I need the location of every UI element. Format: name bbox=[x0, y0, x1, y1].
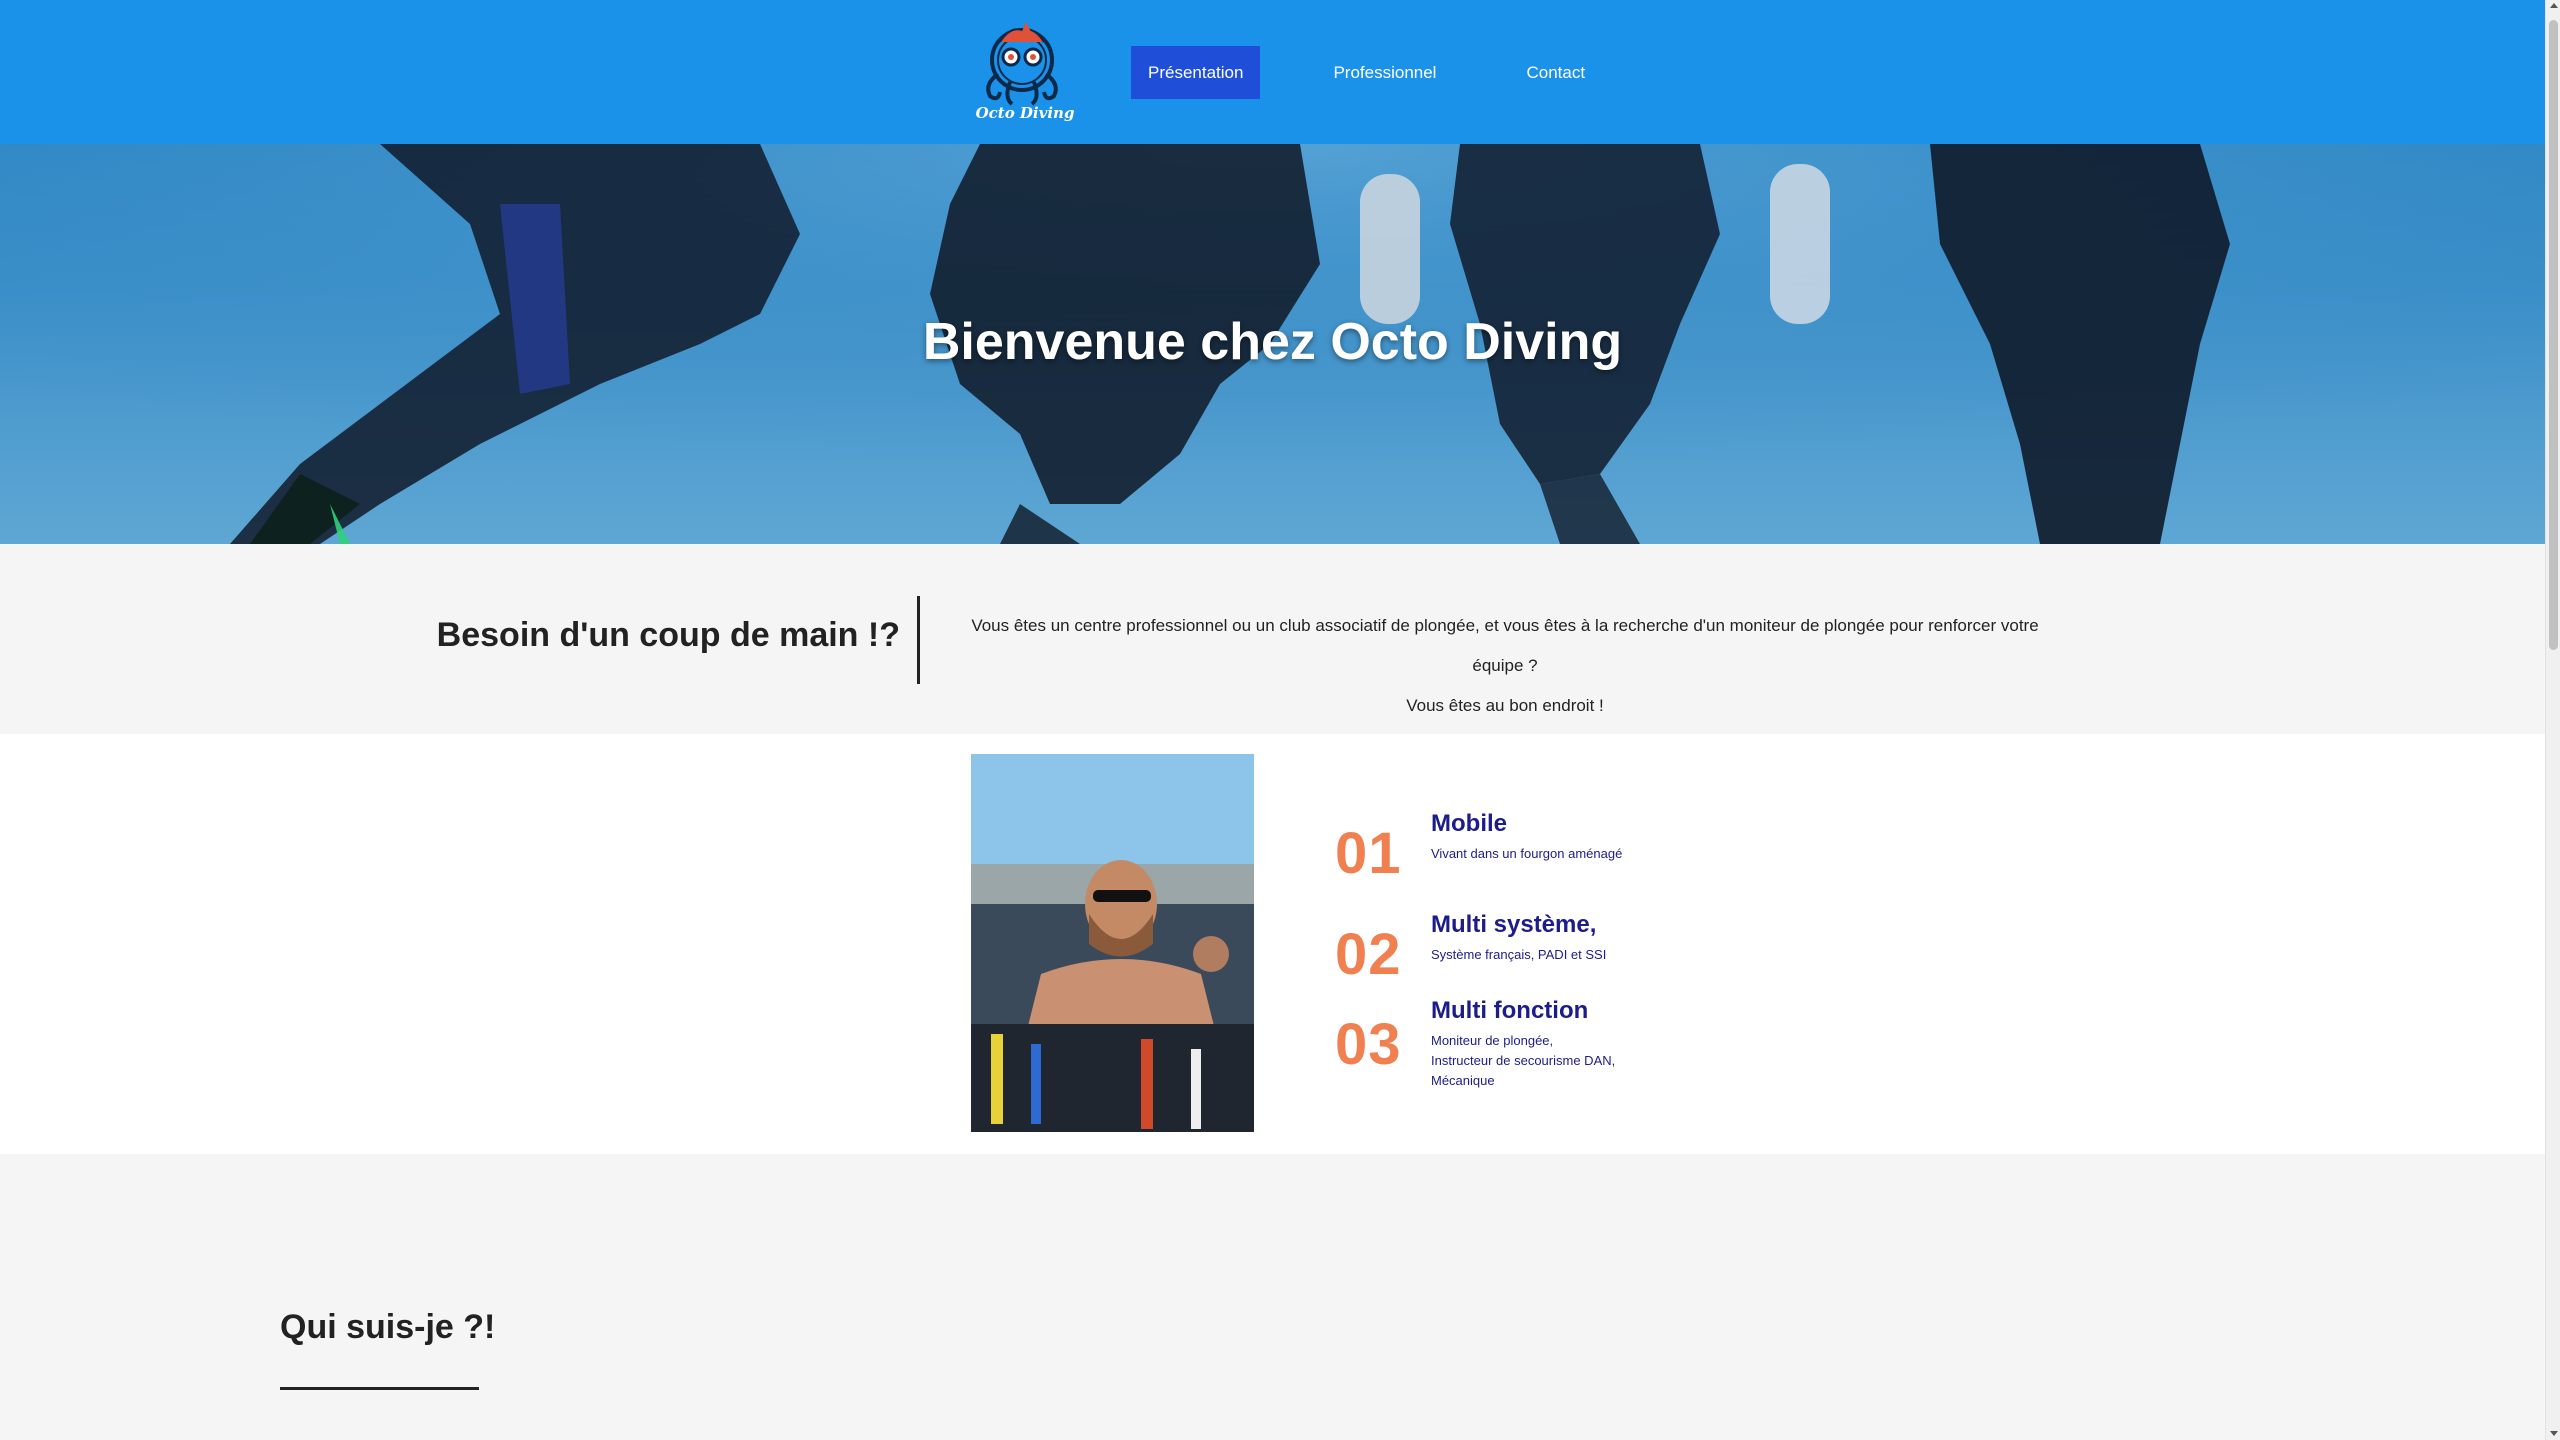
about-underline bbox=[280, 1387, 479, 1390]
octo-diving-logo[interactable]: Octo Diving bbox=[970, 12, 1080, 130]
help-text-line1: Vous êtes un centre professionnel ou un … bbox=[971, 616, 2039, 675]
feature-desc: Système français, PADI et SSI bbox=[1431, 945, 1606, 965]
feature-desc: Moniteur de plongée, Instructeur de seco… bbox=[1431, 1031, 1615, 1091]
instructor-photo-image bbox=[971, 754, 1254, 1132]
nav-contact[interactable]: Contact bbox=[1509, 46, 1602, 99]
scroll-up-icon[interactable] bbox=[2550, 3, 2558, 8]
feature-desc-line: Moniteur de plongée, bbox=[1431, 1033, 1554, 1048]
feature-title: Multi système, bbox=[1431, 911, 1597, 938]
instructor-photo bbox=[971, 754, 1254, 1132]
nav-presentation[interactable]: Présentation bbox=[1131, 46, 1261, 99]
feature-desc-line: Mécanique bbox=[1431, 1073, 1495, 1088]
hero-title: Bienvenue chez Octo Diving bbox=[922, 313, 1623, 371]
help-text-line2: Vous êtes au bon endroit ! bbox=[1406, 696, 1604, 715]
about-title: Qui suis-je ?! bbox=[280, 1308, 496, 1346]
feature-number: 01 bbox=[1335, 821, 1402, 886]
main-nav: Présentation Professionnel Contact bbox=[1131, 46, 1602, 99]
feature-number: 02 bbox=[1335, 922, 1402, 987]
site-header: Octo Diving Présentation Professionnel C… bbox=[0, 0, 2545, 144]
feature-desc-line: Instructeur de secourisme DAN, bbox=[1431, 1053, 1616, 1068]
features-section: 01 Mobile Vivant dans un fourgon aménagé… bbox=[0, 734, 2545, 1154]
scroll-thumb[interactable] bbox=[2549, 20, 2558, 650]
logo-text: Octo Diving bbox=[975, 104, 1075, 122]
feature-desc-line: Système français, PADI et SSI bbox=[1431, 947, 1607, 962]
help-section: Besoin d'un coup de main !? Vous êtes un… bbox=[0, 544, 2545, 734]
feature-number: 03 bbox=[1335, 1012, 1402, 1077]
vertical-scrollbar[interactable] bbox=[2545, 0, 2560, 1440]
help-title: Besoin d'un coup de main !? bbox=[436, 616, 900, 654]
feature-desc: Vivant dans un fourgon aménagé bbox=[1431, 844, 1622, 864]
nav-professionnel[interactable]: Professionnel bbox=[1316, 46, 1453, 99]
scroll-down-icon[interactable] bbox=[2550, 1431, 2558, 1436]
hero-banner: Bienvenue chez Octo Diving bbox=[0, 144, 2545, 544]
help-divider bbox=[917, 596, 920, 684]
feature-desc-line: Vivant dans un fourgon aménagé bbox=[1431, 846, 1623, 861]
feature-title: Mobile bbox=[1431, 810, 1507, 837]
about-section: Qui suis-je ?! bbox=[0, 1154, 2545, 1440]
help-text: Vous êtes un centre professionnel ou un … bbox=[950, 606, 2060, 726]
feature-title: Multi fonction bbox=[1431, 997, 1589, 1024]
